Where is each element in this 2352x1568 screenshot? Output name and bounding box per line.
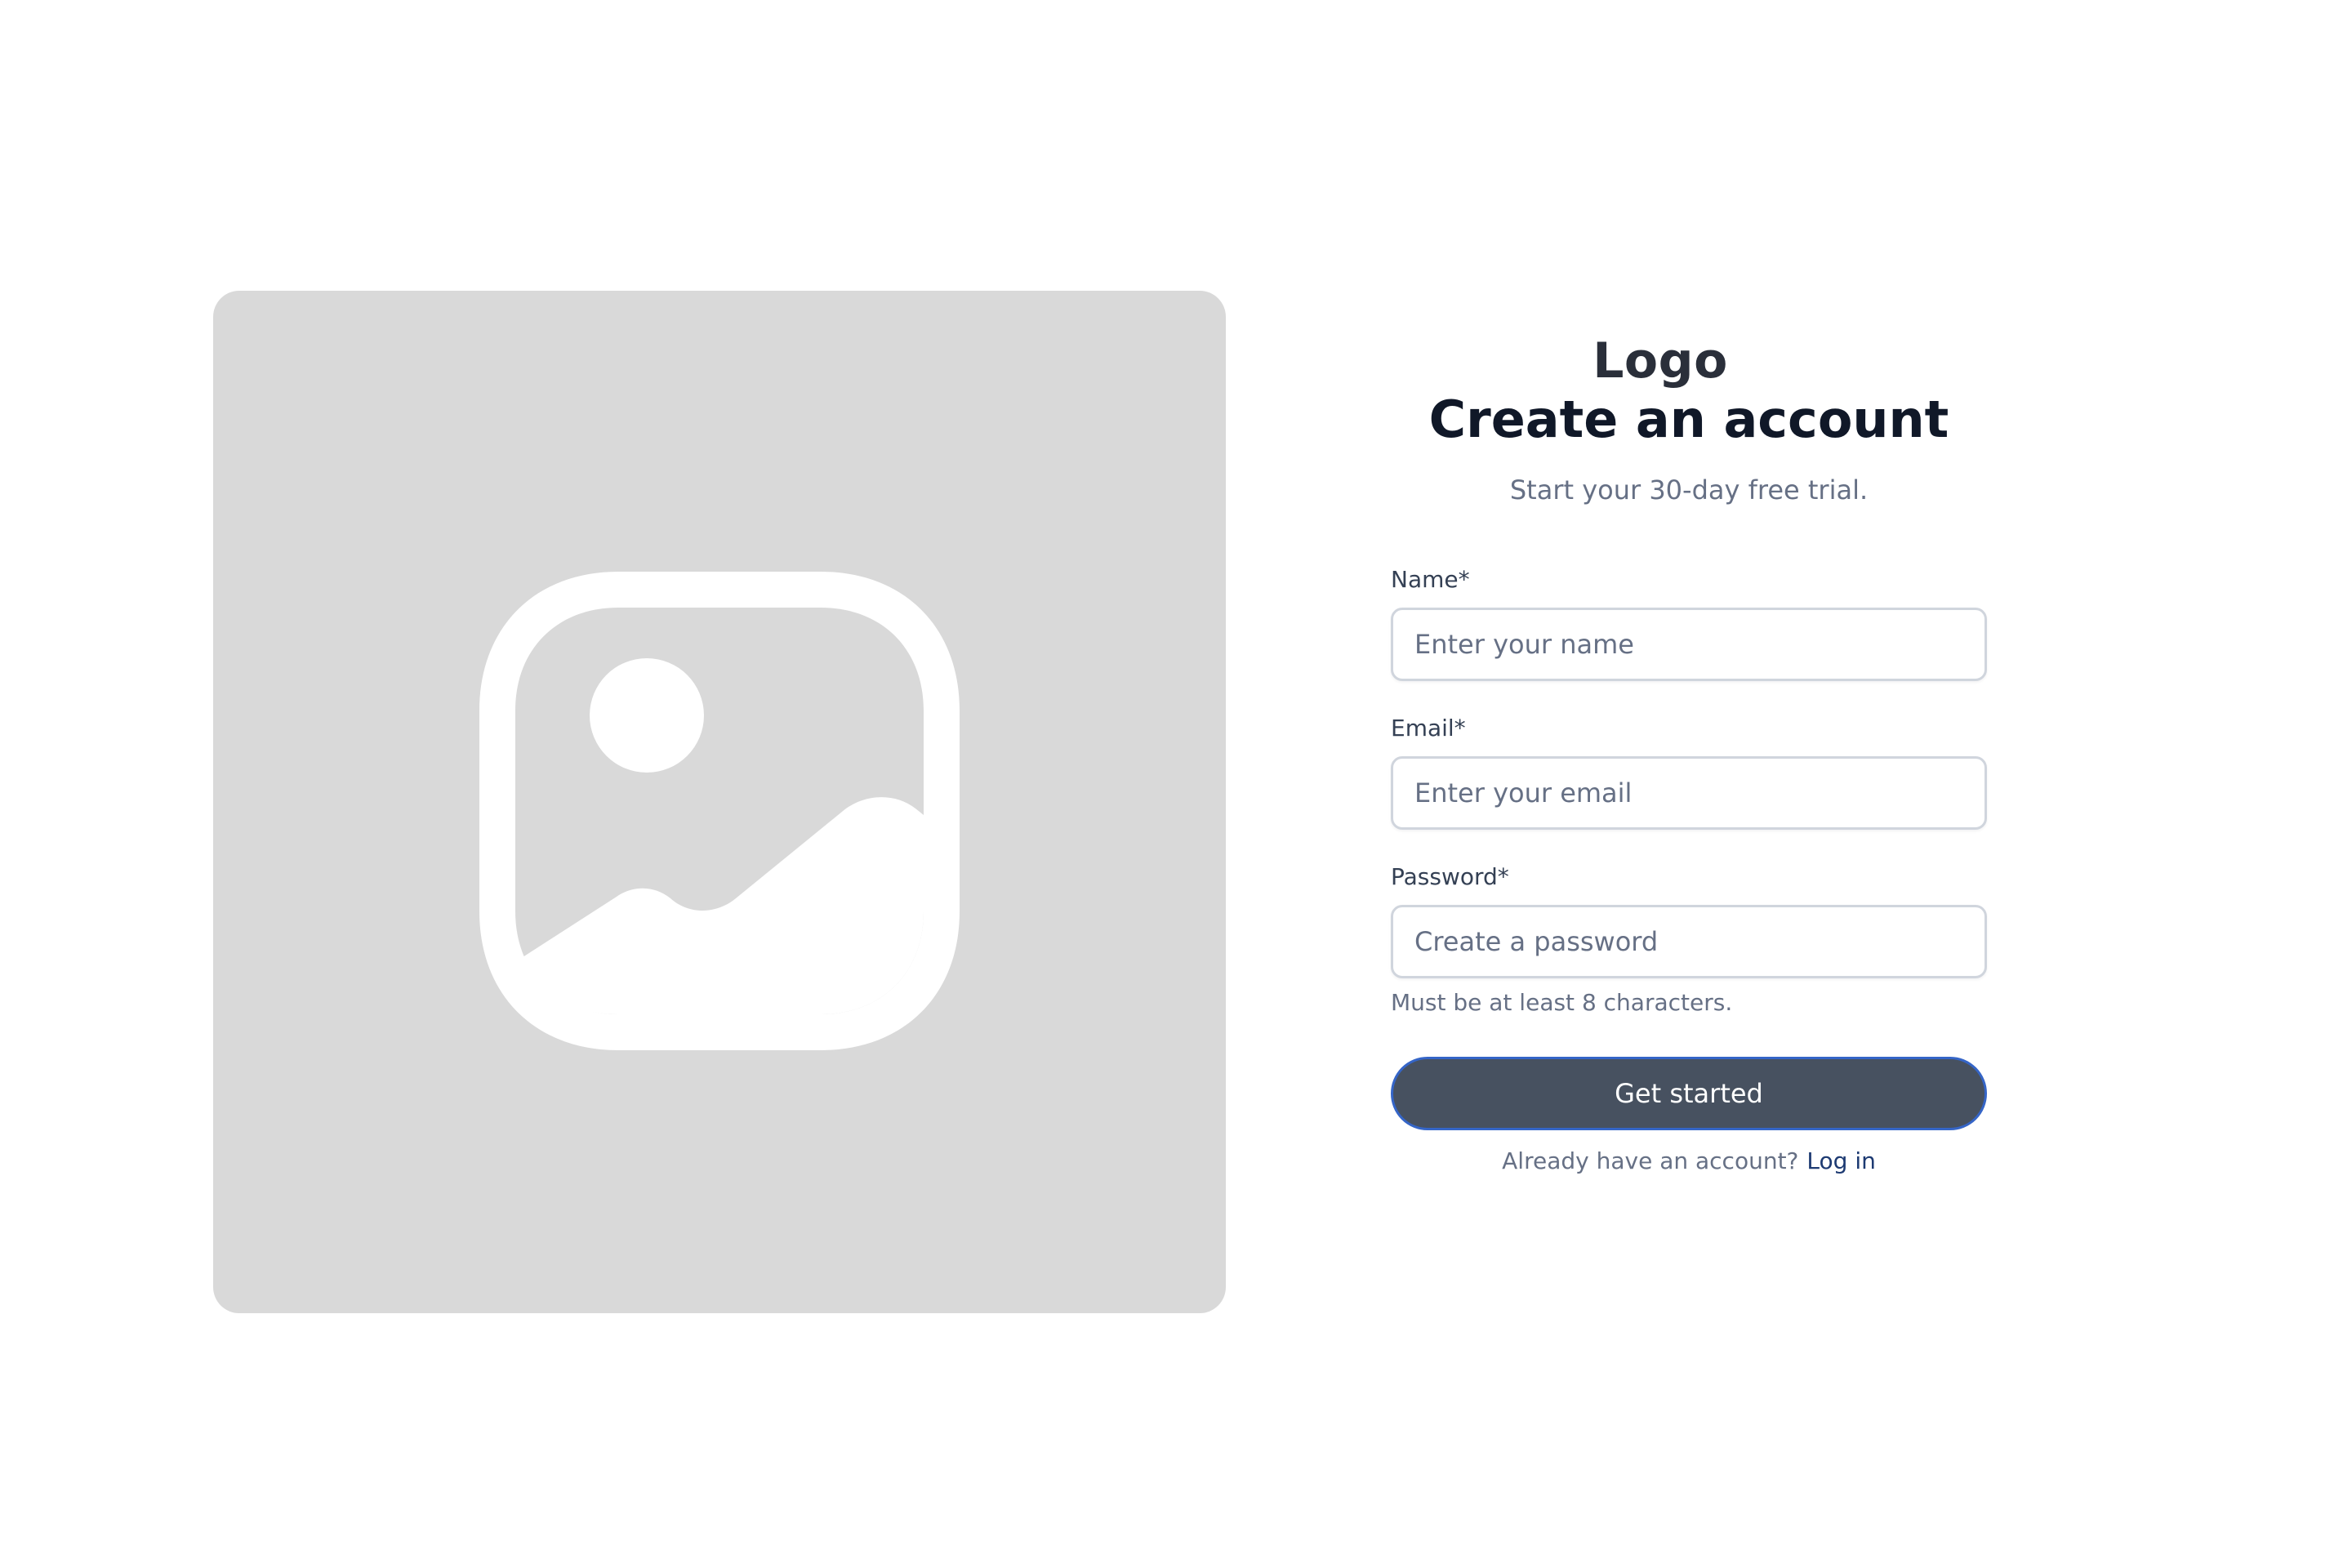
email-input[interactable] (1391, 756, 1987, 830)
password-input[interactable] (1391, 905, 1987, 978)
page-title: Create an account (1428, 390, 1949, 449)
name-label: Name* (1391, 566, 1470, 593)
image-placeholder-panel (213, 291, 1226, 1313)
image-icon (479, 572, 960, 1050)
page-subtitle: Start your 30-day free trial. (1509, 474, 1869, 506)
login-prompt: Already have an account? Log in (1391, 1145, 1987, 1178)
login-prompt-text: Already have an account? (1502, 1147, 1799, 1174)
password-hint: Must be at least 8 characters. (1391, 989, 1733, 1016)
login-link[interactable]: Log in (1806, 1147, 1875, 1174)
signup-page: Logo Create an account Start your 30-day… (0, 0, 2352, 1568)
name-input[interactable] (1391, 608, 1987, 681)
password-label: Password* (1391, 863, 1509, 890)
get-started-button[interactable]: Get started (1391, 1057, 1987, 1130)
email-label: Email* (1391, 715, 1466, 742)
